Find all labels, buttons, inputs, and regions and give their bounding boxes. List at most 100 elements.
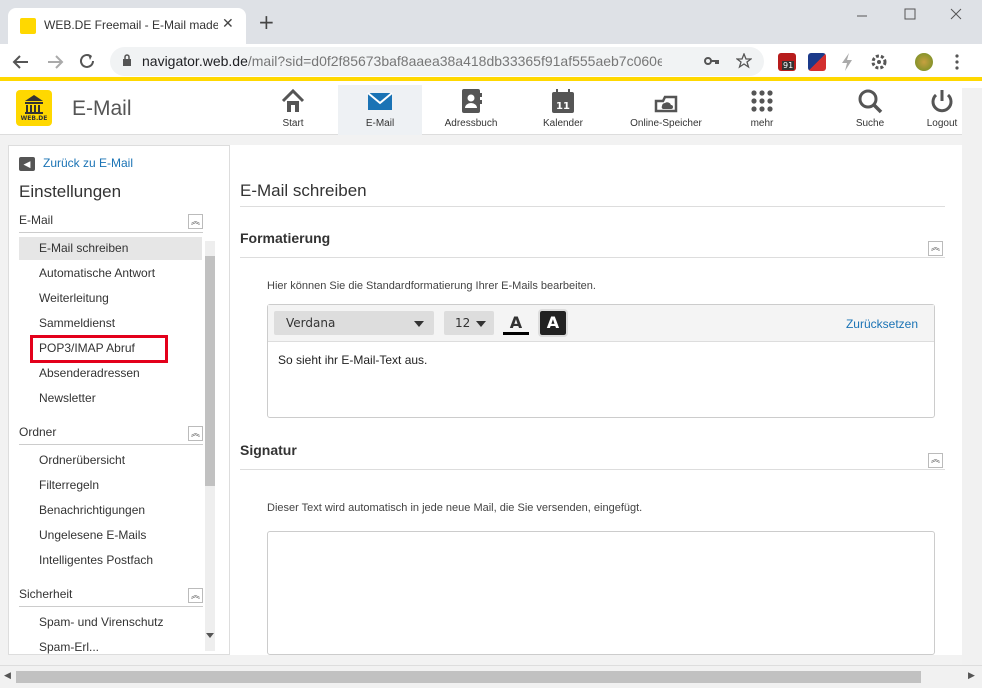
address-bar[interactable]: navigator.web.de/mail?sid=d0f2f85673baf8… bbox=[110, 47, 764, 76]
font-value: Verdana bbox=[286, 316, 336, 330]
browser-menu-icon[interactable] bbox=[954, 53, 972, 71]
app-header: WEB.DE E-Mail Start E-Mail Adressbuch 11… bbox=[0, 85, 982, 135]
scroll-down-arrow-icon[interactable] bbox=[205, 632, 215, 640]
gear-extension-icon[interactable] bbox=[870, 53, 888, 71]
collapse-icon[interactable]: ︽ bbox=[188, 588, 203, 603]
page-horizontal-scrollbar[interactable]: ◀ ▶ bbox=[0, 665, 982, 688]
nav-label: Kalender bbox=[542, 118, 584, 129]
power-icon bbox=[931, 90, 953, 113]
cloud-icon bbox=[654, 95, 678, 113]
browser-tab-bar: WEB.DE Freemail - E-Mail made i ✕ + bbox=[0, 0, 982, 44]
sidebar-item-benachrichtigungen[interactable]: Benachrichtigungen bbox=[19, 499, 202, 522]
back-arrow-icon[interactable] bbox=[12, 53, 30, 71]
section-header-sicherheit: Sicherheit ︽ bbox=[19, 587, 203, 607]
webde-favicon-icon bbox=[20, 18, 36, 34]
extension-badge-count: 91 bbox=[782, 61, 795, 70]
sidebar-item-automatische-antwort[interactable]: Automatische Antwort bbox=[19, 262, 202, 285]
nav-adressbuch[interactable]: Adressbuch bbox=[426, 85, 516, 135]
lightning-extension-icon[interactable] bbox=[840, 53, 858, 71]
nav-mehr[interactable]: mehr bbox=[730, 85, 794, 135]
text-color-button[interactable]: A bbox=[503, 311, 529, 335]
sidebar-item-weiterleitung[interactable]: Weiterleitung bbox=[19, 287, 202, 310]
minimize-icon[interactable] bbox=[856, 10, 868, 22]
formatting-heading: Formatierung bbox=[240, 230, 331, 246]
webde-logo[interactable]: WEB.DE bbox=[16, 90, 52, 126]
signature-divider bbox=[240, 469, 945, 470]
profile-avatar[interactable] bbox=[915, 53, 933, 71]
chevron-down-icon bbox=[476, 321, 486, 327]
sidebar-item-email-schreiben[interactable]: E-Mail schreiben bbox=[19, 237, 202, 260]
section-header-email: E-Mail ︽ bbox=[19, 213, 203, 233]
scroll-left-arrow-icon[interactable]: ◀ bbox=[4, 671, 11, 681]
flag-extension-icon[interactable] bbox=[808, 53, 826, 71]
logo-text: WEB.DE bbox=[20, 115, 48, 122]
search-icon bbox=[858, 89, 883, 114]
contacts-icon bbox=[462, 89, 482, 113]
signature-input[interactable] bbox=[267, 531, 935, 655]
scroll-right-arrow-icon[interactable]: ▶ bbox=[968, 671, 975, 681]
sidebar-item-absenderadressen[interactable]: Absenderadressen bbox=[19, 362, 202, 385]
horizontal-scroll-thumb[interactable] bbox=[16, 671, 921, 683]
forward-arrow-icon[interactable] bbox=[46, 53, 64, 71]
chevron-down-icon bbox=[414, 321, 424, 327]
sidebar-scroll-thumb[interactable] bbox=[205, 256, 215, 486]
nav-suche[interactable]: Suche bbox=[842, 85, 898, 135]
font-size-select[interactable]: 12 bbox=[444, 311, 494, 335]
collapse-icon[interactable]: ︽ bbox=[188, 214, 203, 229]
reset-link[interactable]: Zurücksetzen bbox=[846, 317, 918, 331]
nav-start[interactable]: Start bbox=[254, 85, 332, 135]
collapse-icon[interactable]: ︽ bbox=[188, 426, 203, 441]
back-to-email-link[interactable]: ◀ Zurück zu E-Mail bbox=[19, 156, 133, 171]
url-host: navigator.web.de bbox=[142, 53, 248, 69]
page-title: E-Mail schreiben bbox=[240, 181, 945, 207]
sidebar-item-spam-more[interactable]: Spam-Erl... bbox=[19, 636, 202, 654]
new-tab-button[interactable]: + bbox=[258, 10, 275, 34]
building-logo-icon bbox=[25, 95, 43, 114]
section-title: Sicherheit bbox=[19, 587, 73, 601]
url-text: navigator.web.de/mail?sid=d0f2f85673baf8… bbox=[142, 53, 662, 69]
nav-label: Suche bbox=[855, 118, 885, 129]
sidebar-item-sammeldienst[interactable]: Sammeldienst bbox=[19, 312, 202, 335]
reload-icon[interactable] bbox=[78, 52, 96, 70]
signature-description: Dieser Text wird automatisch in jede neu… bbox=[267, 502, 643, 514]
url-path: /mail?sid=d0f2f85673baf8aaea38a418db3336… bbox=[247, 53, 662, 69]
browser-toolbar: navigator.web.de/mail?sid=d0f2f85673baf8… bbox=[0, 44, 982, 81]
key-icon[interactable] bbox=[704, 55, 720, 67]
sidebar-item-ungelesene-emails[interactable]: Ungelesene E-Mails bbox=[19, 524, 202, 547]
formatting-divider bbox=[240, 257, 945, 258]
section-title: E-Mail bbox=[19, 213, 54, 227]
highlight-color-button[interactable]: A bbox=[538, 309, 568, 337]
window-close-icon[interactable] bbox=[950, 8, 962, 20]
formatting-description: Hier können Sie die Standardformatierung… bbox=[267, 280, 596, 292]
tab-title: WEB.DE Freemail - E-Mail made i bbox=[44, 18, 218, 32]
nav-online-speicher[interactable]: Online-Speicher bbox=[614, 85, 718, 135]
sidebar-item-newsletter[interactable]: Newsletter bbox=[19, 387, 202, 410]
nav-email[interactable]: E-Mail bbox=[338, 85, 422, 135]
tab-close-icon[interactable]: ✕ bbox=[222, 16, 234, 32]
section-header-ordner: Ordner ︽ bbox=[19, 425, 203, 445]
home-icon bbox=[281, 88, 305, 112]
font-select[interactable]: Verdana bbox=[274, 311, 434, 335]
section-title: Ordner bbox=[19, 425, 57, 439]
sidebar-item-ordneruebersicht[interactable]: Ordnerübersicht bbox=[19, 449, 202, 472]
sidebar-item-spam-virenschutz[interactable]: Spam- und Virenschutz bbox=[19, 611, 202, 634]
sidebar-item-intelligentes-postfach[interactable]: Intelligentes Postfach bbox=[19, 549, 202, 572]
bookmark-star-icon[interactable] bbox=[736, 53, 752, 69]
formatting-collapse-icon[interactable]: ︽ bbox=[928, 241, 943, 256]
settings-sidebar: ◀ Zurück zu E-Mail Einstellungen E-Mail ︽ … bbox=[8, 145, 230, 655]
sidebar-item-filterregeln[interactable]: Filterregeln bbox=[19, 474, 202, 497]
page-vertical-scrollbar[interactable] bbox=[962, 88, 982, 665]
grid-icon bbox=[751, 90, 773, 112]
maximize-icon[interactable] bbox=[904, 8, 916, 20]
nav-label: mehr bbox=[750, 118, 774, 129]
browser-tab[interactable]: WEB.DE Freemail - E-Mail made i ✕ bbox=[8, 8, 246, 44]
highlight-box bbox=[30, 335, 168, 363]
settings-content: E-Mail schreiben Formatierung ︽ Hier kön… bbox=[230, 145, 978, 655]
calendar-icon: 11 bbox=[552, 89, 574, 113]
nav-kalender[interactable]: 11 Kalender bbox=[528, 85, 598, 135]
mail-icon bbox=[367, 92, 393, 110]
extension-badge-icon[interactable]: 91 bbox=[778, 53, 796, 71]
signature-collapse-icon[interactable]: ︽ bbox=[928, 453, 943, 468]
back-chevron-icon: ◀ bbox=[19, 157, 35, 171]
app-title: E-Mail bbox=[72, 97, 132, 120]
